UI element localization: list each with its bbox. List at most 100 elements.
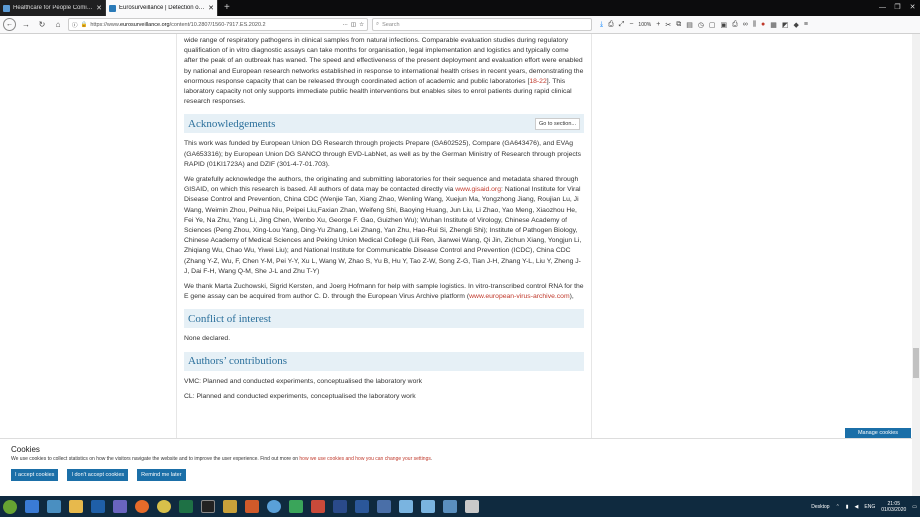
system-tray: Desktop ⌃ ▮ ◀ ENG 21:05 01/03/2020 ▭ — [811, 501, 917, 513]
scrollbar-thumb[interactable] — [913, 348, 919, 378]
copy-icon[interactable]: ⧉ — [676, 21, 681, 29]
chrome-icon[interactable] — [267, 500, 281, 513]
url-text: https://www.eurosurveillance.org/content… — [90, 21, 266, 28]
reference-link[interactable]: 18-22 — [529, 78, 546, 85]
lock-icon: 🔒 — [80, 21, 88, 28]
zoom-in-icon[interactable]: + — [656, 21, 660, 28]
extension-icon[interactable]: ▦ — [770, 21, 777, 29]
paste-icon[interactable]: ▤ — [686, 21, 693, 29]
zoom-level[interactable]: 100% — [638, 22, 651, 28]
reload-button[interactable]: ↻ — [36, 20, 48, 29]
excel-icon[interactable] — [179, 500, 193, 513]
addon-icon[interactable]: ◆ — [794, 21, 799, 29]
gisaid-link[interactable]: www.gisaid.org — [455, 186, 501, 193]
manage-cookies-button[interactable]: Manage cookies — [845, 428, 911, 438]
bookmark-star-icon[interactable]: ☆ — [359, 22, 364, 28]
pocket-icon[interactable]: ◫ — [351, 22, 356, 28]
app-icon[interactable] — [377, 500, 391, 513]
tab-eurosurveillance[interactable]: Eurosurveillance | Detection of 2 ✕ — [106, 0, 218, 16]
close-icon[interactable]: ✕ — [208, 4, 214, 12]
accept-cookies-button[interactable]: I accept cookies — [11, 469, 59, 481]
contribution-item: CL: Planned and conducted experiments, c… — [184, 392, 416, 400]
tablet-icon[interactable] — [399, 500, 413, 513]
language-indicator[interactable]: ENG — [864, 504, 875, 510]
minimize-icon[interactable]: — — [875, 0, 890, 16]
fullscreen-icon[interactable]: ⤢ — [619, 21, 625, 29]
go-to-section-button[interactable]: Go to section... — [535, 117, 580, 130]
more-icon[interactable]: ··· — [342, 22, 348, 28]
taskbar: Desktop ⌃ ▮ ◀ ENG 21:05 01/03/2020 ▭ — [0, 496, 920, 517]
library-icon[interactable]: ⫼ — [753, 21, 756, 29]
tab-title: Healthcare for People Coming — [13, 5, 94, 11]
cookie-title: Cookies — [11, 445, 40, 454]
intro-paragraph: wide range of respiratory pathogens in c… — [184, 37, 584, 106]
word-icon[interactable] — [355, 500, 369, 513]
favicon-icon — [109, 4, 116, 12]
app-icon[interactable] — [465, 500, 479, 513]
url-bar[interactable]: ⓘ 🔒 https://www.eurosurveillance.org/con… — [68, 18, 368, 31]
info-icon[interactable]: ⓘ — [72, 21, 78, 29]
tab-healthcare[interactable]: Healthcare for People Coming ✕ — [0, 0, 106, 16]
close-icon[interactable]: ✕ — [96, 4, 102, 12]
app-icon[interactable] — [443, 500, 457, 513]
tray-arrow-icon[interactable]: ⌃ — [836, 504, 840, 510]
zoom-out-icon[interactable]: − — [629, 21, 633, 28]
ie-icon[interactable] — [25, 500, 39, 513]
remind-later-button[interactable]: Remind me later — [137, 469, 186, 481]
conflict-text: None declared. — [184, 335, 231, 343]
outlook-icon[interactable] — [91, 500, 105, 513]
desktop-toolbar[interactable]: Desktop — [811, 504, 829, 510]
search-field[interactable]: ⌕ Search — [372, 18, 592, 31]
menu-icon[interactable]: ≡ — [804, 21, 808, 28]
page-content: wide range of respiratory pathogens in c… — [0, 34, 912, 496]
app-icon[interactable] — [245, 500, 259, 513]
app-icon[interactable] — [333, 500, 347, 513]
notifications-icon[interactable]: ▭ — [912, 504, 917, 510]
contributions-header: Authors’ contributions — [184, 351, 584, 371]
adblock-icon[interactable]: ● — [761, 21, 765, 28]
close-window-icon[interactable]: ✕ — [905, 0, 920, 16]
media-icon[interactable] — [47, 500, 61, 513]
cookie-policy-link[interactable]: how we use cookies and how you can chang… — [299, 456, 430, 462]
ack-paragraph-1: This work was funded by European Union D… — [184, 140, 582, 168]
sync-icon[interactable]: ◩ — [782, 21, 789, 29]
back-button[interactable]: ← — [3, 18, 16, 31]
print-icon[interactable]: ⎙ — [732, 21, 738, 29]
save-icon[interactable]: ▣ — [721, 21, 728, 29]
download-icon[interactable]: ⤓ — [600, 21, 603, 29]
tab-title: Eurosurveillance | Detection of 2 — [119, 5, 206, 11]
restore-icon[interactable]: ❐ — [890, 0, 905, 16]
conflict-header: Conflict of interest — [184, 309, 584, 329]
app-icon[interactable] — [311, 500, 325, 513]
volume-icon[interactable]: ◀ — [855, 504, 859, 510]
search-icon: ⌕ — [376, 21, 380, 27]
article-column: wide range of respiratory pathogens in c… — [176, 34, 592, 496]
contribution-item: VMC: Planned and conducted experiments, … — [184, 377, 423, 385]
maps-icon[interactable] — [289, 500, 303, 513]
terminal-icon[interactable] — [201, 500, 215, 513]
teams-icon[interactable] — [113, 500, 127, 513]
start-button[interactable] — [3, 499, 17, 514]
network-icon[interactable]: ▮ — [846, 504, 849, 510]
forward-button[interactable]: → — [20, 20, 32, 29]
cookie-banner: Cookies We use cookies to collect statis… — [0, 438, 912, 496]
home-button[interactable]: ⌂ — [52, 20, 64, 29]
reading-icon[interactable]: ∞ — [743, 21, 748, 28]
reject-cookies-button[interactable]: I don't accept cookies — [67, 469, 129, 481]
app-icon[interactable] — [223, 500, 237, 513]
chrome-icon[interactable] — [157, 500, 171, 513]
clock[interactable]: 21:05 01/03/2020 — [881, 501, 906, 513]
firefox-icon[interactable] — [135, 500, 149, 513]
screenshot-icon[interactable]: ⎙ — [608, 21, 614, 29]
folder-icon[interactable] — [69, 500, 83, 513]
acknowledgements-header: Acknowledgements Go to section... — [184, 114, 584, 134]
scrollbar[interactable] — [912, 34, 920, 496]
new-window-icon[interactable]: ▢ — [709, 21, 716, 29]
tablet-icon[interactable] — [421, 500, 435, 513]
cut-icon[interactable]: ✂ — [665, 21, 671, 29]
ack-paragraph-3: We thank Marta Zuchowski, Sigrid Kersten… — [184, 283, 584, 301]
clock-date: 01/03/2020 — [881, 506, 907, 513]
history-icon[interactable]: ◷ — [698, 21, 704, 29]
eva-link[interactable]: www.european-virus-archive.com — [469, 293, 569, 300]
new-tab-button[interactable]: + — [218, 0, 236, 16]
